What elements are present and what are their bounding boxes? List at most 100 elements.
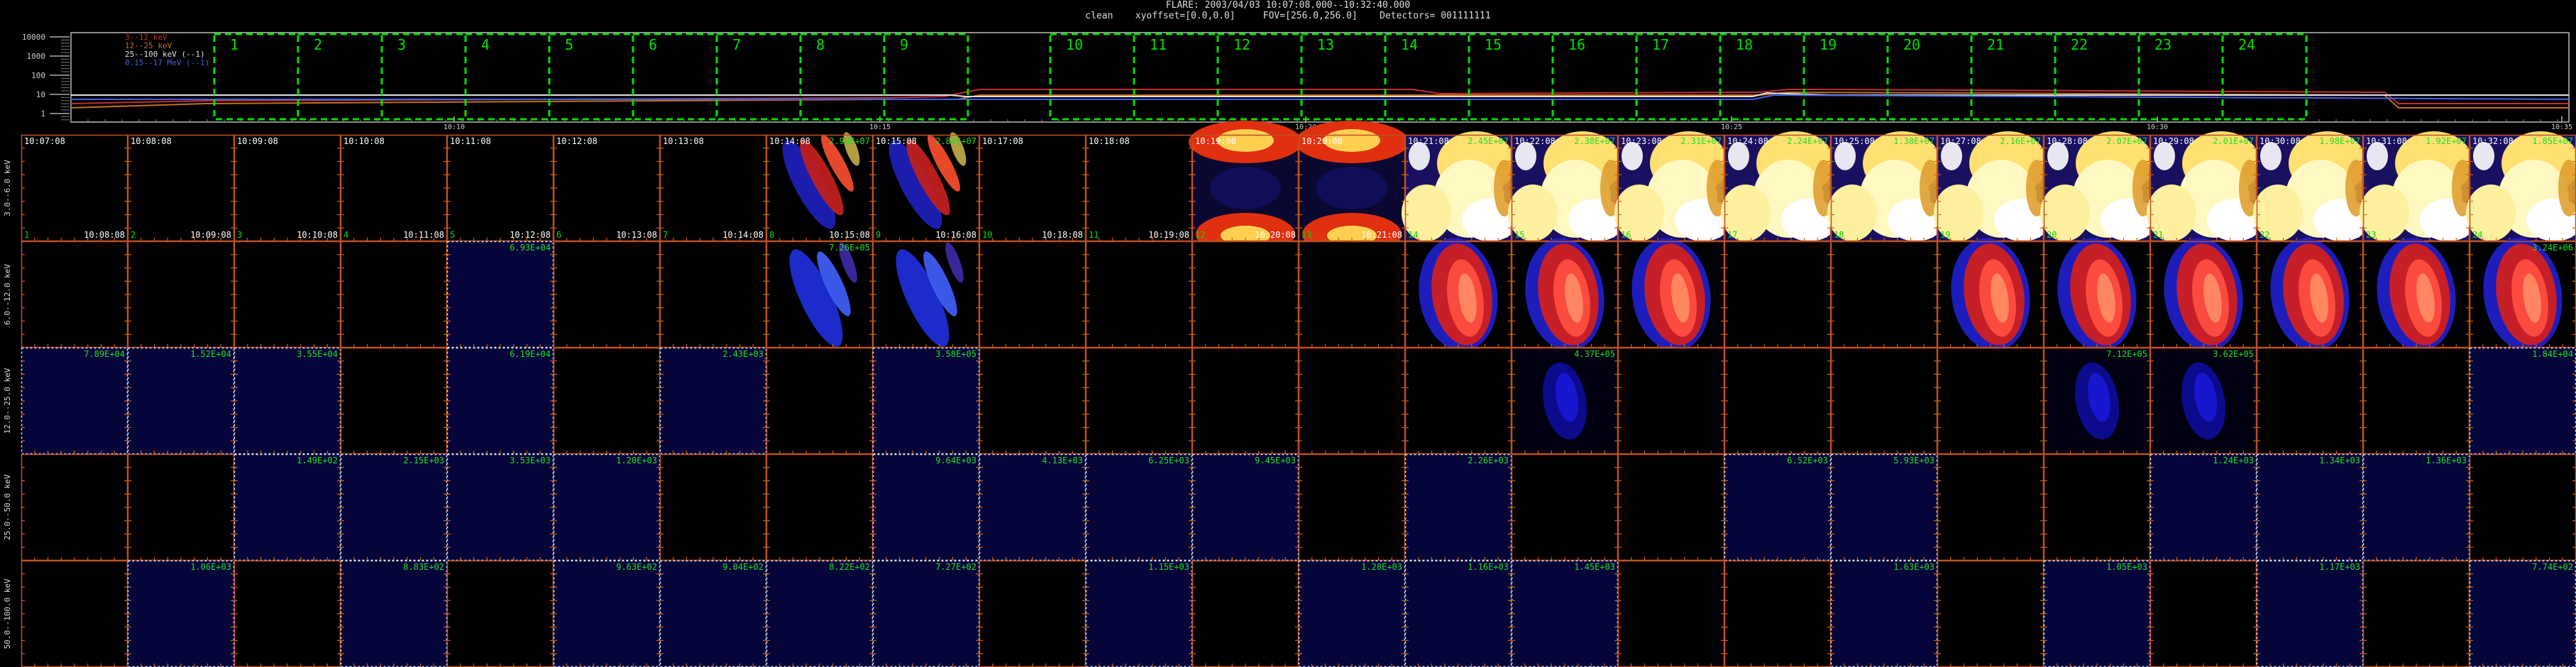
image-panel[interactable]: 6.19E+04 [446, 347, 554, 455]
image-panel[interactable]: 2.43E+03 [659, 347, 767, 455]
image-panel[interactable]: 1.06E+03 [127, 560, 235, 667]
image-panel[interactable]: 1.16E+03 [1404, 560, 1512, 667]
image-panel[interactable] [2362, 233, 2470, 356]
image-panel[interactable]: 7.12E+05 [2043, 347, 2151, 455]
image-panel[interactable] [2256, 347, 2364, 455]
image-panel[interactable] [979, 560, 1086, 667]
image-panel[interactable]: 9.64E+03 [872, 453, 980, 561]
image-panel[interactable]: 4.37E+05 [1511, 347, 1619, 455]
image-panel[interactable]: 9.63E+02 [553, 560, 661, 667]
image-panel[interactable]: 1.28E+03 [1298, 560, 1406, 667]
image-panel[interactable] [446, 560, 554, 667]
image-panel[interactable]: 1.17E+03 [2256, 560, 2364, 667]
image-panel[interactable]: 2.26E+03 [1404, 453, 1512, 561]
image-panel[interactable]: 2.45E+07 10:21:08 10:22:08 14 [1402, 131, 1519, 242]
image-panel[interactable]: 1.20E+03 [553, 453, 661, 561]
image-panel[interactable]: 7.89E+04 [21, 347, 128, 455]
image-panel[interactable]: 10:17:08 10:18:08 10 [979, 134, 1086, 242]
image-panel[interactable] [2362, 560, 2470, 667]
image-panel[interactable] [553, 241, 661, 348]
image-panel[interactable] [21, 453, 128, 561]
image-panel[interactable] [1617, 560, 1725, 667]
image-panel[interactable]: 2.83E+07 10:15:08 10:16:08 9 [872, 131, 980, 242]
image-panel[interactable] [659, 453, 767, 561]
image-panel[interactable]: 2.01E+07 10:29:08 10:30:08 21 [2147, 131, 2264, 242]
image-panel[interactable] [2362, 347, 2470, 455]
image-panel[interactable] [1617, 347, 1725, 455]
image-panel[interactable]: 6.52E+03 [1724, 453, 1832, 561]
image-panel[interactable] [340, 347, 448, 455]
image-panel[interactable] [21, 241, 128, 348]
image-panel[interactable] [1404, 347, 1512, 455]
image-panel[interactable] [1937, 453, 2044, 561]
image-panel[interactable]: 1.24E+03 [2150, 453, 2257, 561]
image-panel[interactable]: 1.34E+03 [2256, 453, 2364, 561]
image-panel[interactable] [1617, 453, 1725, 561]
image-panel[interactable] [979, 347, 1086, 455]
image-panel[interactable]: 8.22E+02 [766, 560, 874, 667]
image-panel[interactable]: 1.05E+03 [2043, 560, 2151, 667]
image-panel[interactable]: 3.53E+03 [446, 453, 554, 561]
image-panel[interactable] [1298, 241, 1406, 348]
image-panel[interactable] [2043, 453, 2151, 561]
image-panel[interactable] [1830, 347, 1938, 455]
image-panel[interactable]: 9.45E+03 [1191, 453, 1299, 561]
image-panel[interactable] [1617, 233, 1725, 356]
image-panel[interactable] [1085, 347, 1193, 455]
image-panel[interactable]: 2.31E+07 10:23:08 10:24:08 16 [1614, 131, 1732, 242]
image-panel[interactable] [1511, 453, 1619, 561]
image-panel[interactable]: 7.27E+02 [872, 560, 980, 667]
image-panel[interactable]: 10:18:08 10:19:08 11 [1085, 134, 1193, 242]
image-panel[interactable] [1085, 241, 1193, 348]
image-panel[interactable]: 6.25E+03 [1085, 453, 1193, 561]
image-panel[interactable] [2256, 233, 2364, 356]
image-panel[interactable] [1937, 347, 2044, 455]
image-panel[interactable] [340, 241, 448, 348]
image-panel[interactable]: 10:13:08 10:14:08 7 [659, 134, 767, 242]
image-panel[interactable]: 2.24E+07 10:24:08 10:25:08 17 [1721, 131, 1838, 242]
image-panel[interactable]: 1.36E+03 [2362, 453, 2470, 561]
image-panel[interactable] [766, 453, 874, 561]
image-panel[interactable]: 1.63E+03 [1830, 560, 1938, 667]
image-panel[interactable]: 1.85E+07 10:32:08 10:32:40 24 [2466, 131, 2576, 242]
image-panel[interactable]: 9.04E+02 [659, 560, 767, 667]
image-panel[interactable] [2043, 233, 2151, 356]
image-panel[interactable]: 10:20:08 10:21:08 13 [1295, 121, 1409, 255]
image-panel[interactable] [1724, 560, 1832, 667]
image-panel[interactable]: 1.98E+07 10:30:08 10:31:08 22 [2253, 131, 2370, 242]
image-panel[interactable]: 7.26E+05 [766, 241, 874, 353]
image-panel[interactable]: 3.55E+04 [233, 347, 341, 455]
image-panel[interactable]: 10:10:08 10:11:08 4 [340, 134, 448, 242]
image-panel[interactable] [1191, 347, 1299, 455]
image-panel[interactable]: 10:08:08 10:09:08 2 [127, 134, 235, 242]
image-panel[interactable]: 2.38E+07 10:22:08 10:23:08 15 [1508, 131, 1625, 242]
image-panel[interactable] [2150, 560, 2257, 667]
image-panel[interactable]: 1.92E+07 10:31:08 10:32:08 23 [2360, 131, 2477, 242]
image-panel[interactable] [127, 241, 235, 348]
image-panel[interactable] [233, 560, 341, 667]
image-panel[interactable]: 1.49E+02 [233, 453, 341, 561]
image-panel[interactable]: 3.24E+06 [2469, 233, 2576, 356]
image-panel[interactable]: 1.38E+07 10:25:08 10:26:08 18 [1827, 131, 1944, 242]
image-panel[interactable] [1724, 347, 1832, 455]
image-panel[interactable]: 1.84E+04 [2469, 347, 2576, 455]
image-panel[interactable]: 3.62E+05 [2150, 347, 2257, 455]
image-panel[interactable]: 8.83E+02 [340, 560, 448, 667]
image-panel[interactable] [1511, 233, 1619, 356]
image-panel[interactable] [21, 560, 128, 667]
lightcurve-panel[interactable]: 1000010001001013--12 keV12--25 keV25--10… [0, 24, 2576, 131]
image-panel[interactable] [979, 241, 1086, 348]
image-panel[interactable]: 2.15E+03 [340, 453, 448, 561]
image-panel[interactable] [1298, 347, 1406, 455]
image-panel[interactable] [1191, 560, 1299, 667]
image-panel[interactable]: 3.58E+05 [872, 347, 980, 455]
image-panel[interactable]: 1.52E+04 [127, 347, 235, 455]
image-panel[interactable] [127, 453, 235, 561]
image-panel[interactable]: 10:07:08 10:08:08 1 [21, 134, 128, 242]
image-panel[interactable] [1191, 241, 1299, 348]
image-panel[interactable] [2150, 233, 2257, 356]
image-panel[interactable]: 4.13E+03 [979, 453, 1086, 561]
image-panel[interactable]: 10:19:08 10:20:08 12 [1189, 121, 1302, 255]
image-panel[interactable]: 2.16E+07 10:27:08 10:28:08 19 [1934, 131, 2051, 242]
image-panel[interactable] [1404, 233, 1512, 356]
